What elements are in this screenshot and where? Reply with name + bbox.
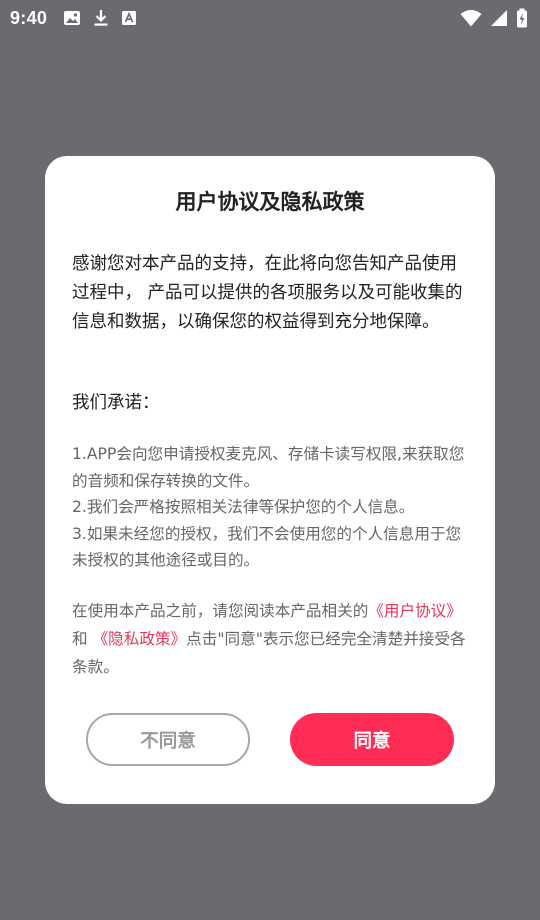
promise-item: 2.我们会严格按照相关法律等保护您的个人信息。: [72, 498, 415, 516]
status-bar: 9:40: [0, 0, 540, 36]
promise-item: 3.如果未经您的授权，我们不会使用您的个人信息用于您未授权的其他途径或目的。: [72, 524, 462, 570]
agree-button[interactable]: 同意: [290, 713, 454, 766]
privacy-dialog: 用户协议及隐私政策 感谢您对本产品的支持，在此将向您告知产品使用过程中， 产品可…: [45, 156, 495, 804]
download-icon: [93, 9, 109, 27]
signal-icon: [490, 9, 508, 27]
promise-heading: 我们承诺：: [72, 393, 160, 413]
wifi-icon: [460, 9, 482, 27]
privacy-policy-link[interactable]: 《隐私政策》: [93, 630, 187, 648]
disagree-button[interactable]: 不同意: [86, 713, 250, 766]
policy-notice: 在使用本产品之前，请您阅读本产品相关的《用户协议》和 《隐私政策》点击"同意"表…: [72, 597, 472, 681]
policy-prefix-text: 在使用本产品之前，请您阅读本产品相关的: [72, 602, 369, 620]
status-system-icons: [460, 8, 528, 28]
image-icon: [63, 9, 81, 27]
battery-charging-icon: [516, 8, 528, 28]
policy-and-text: 和: [72, 630, 93, 648]
dialog-intro-text: 感谢您对本产品的支持，在此将向您告知产品使用过程中， 产品可以提供的各项服务以及…: [72, 254, 463, 332]
status-time: 9:40: [10, 7, 48, 28]
dialog-title: 用户协议及隐私政策: [175, 190, 365, 214]
user-agreement-link[interactable]: 《用户协议》: [368, 602, 462, 620]
promise-list: 1.APP会向您申请授权麦克风、存储卡读写权限,来获取您的音频和保存转换的文件。…: [72, 441, 472, 574]
font-icon: [121, 10, 137, 26]
promise-item: 1.APP会向您申请授权麦克风、存储卡读写权限,来获取您的音频和保存转换的文件。: [72, 445, 465, 490]
status-notification-icons: [63, 9, 137, 27]
